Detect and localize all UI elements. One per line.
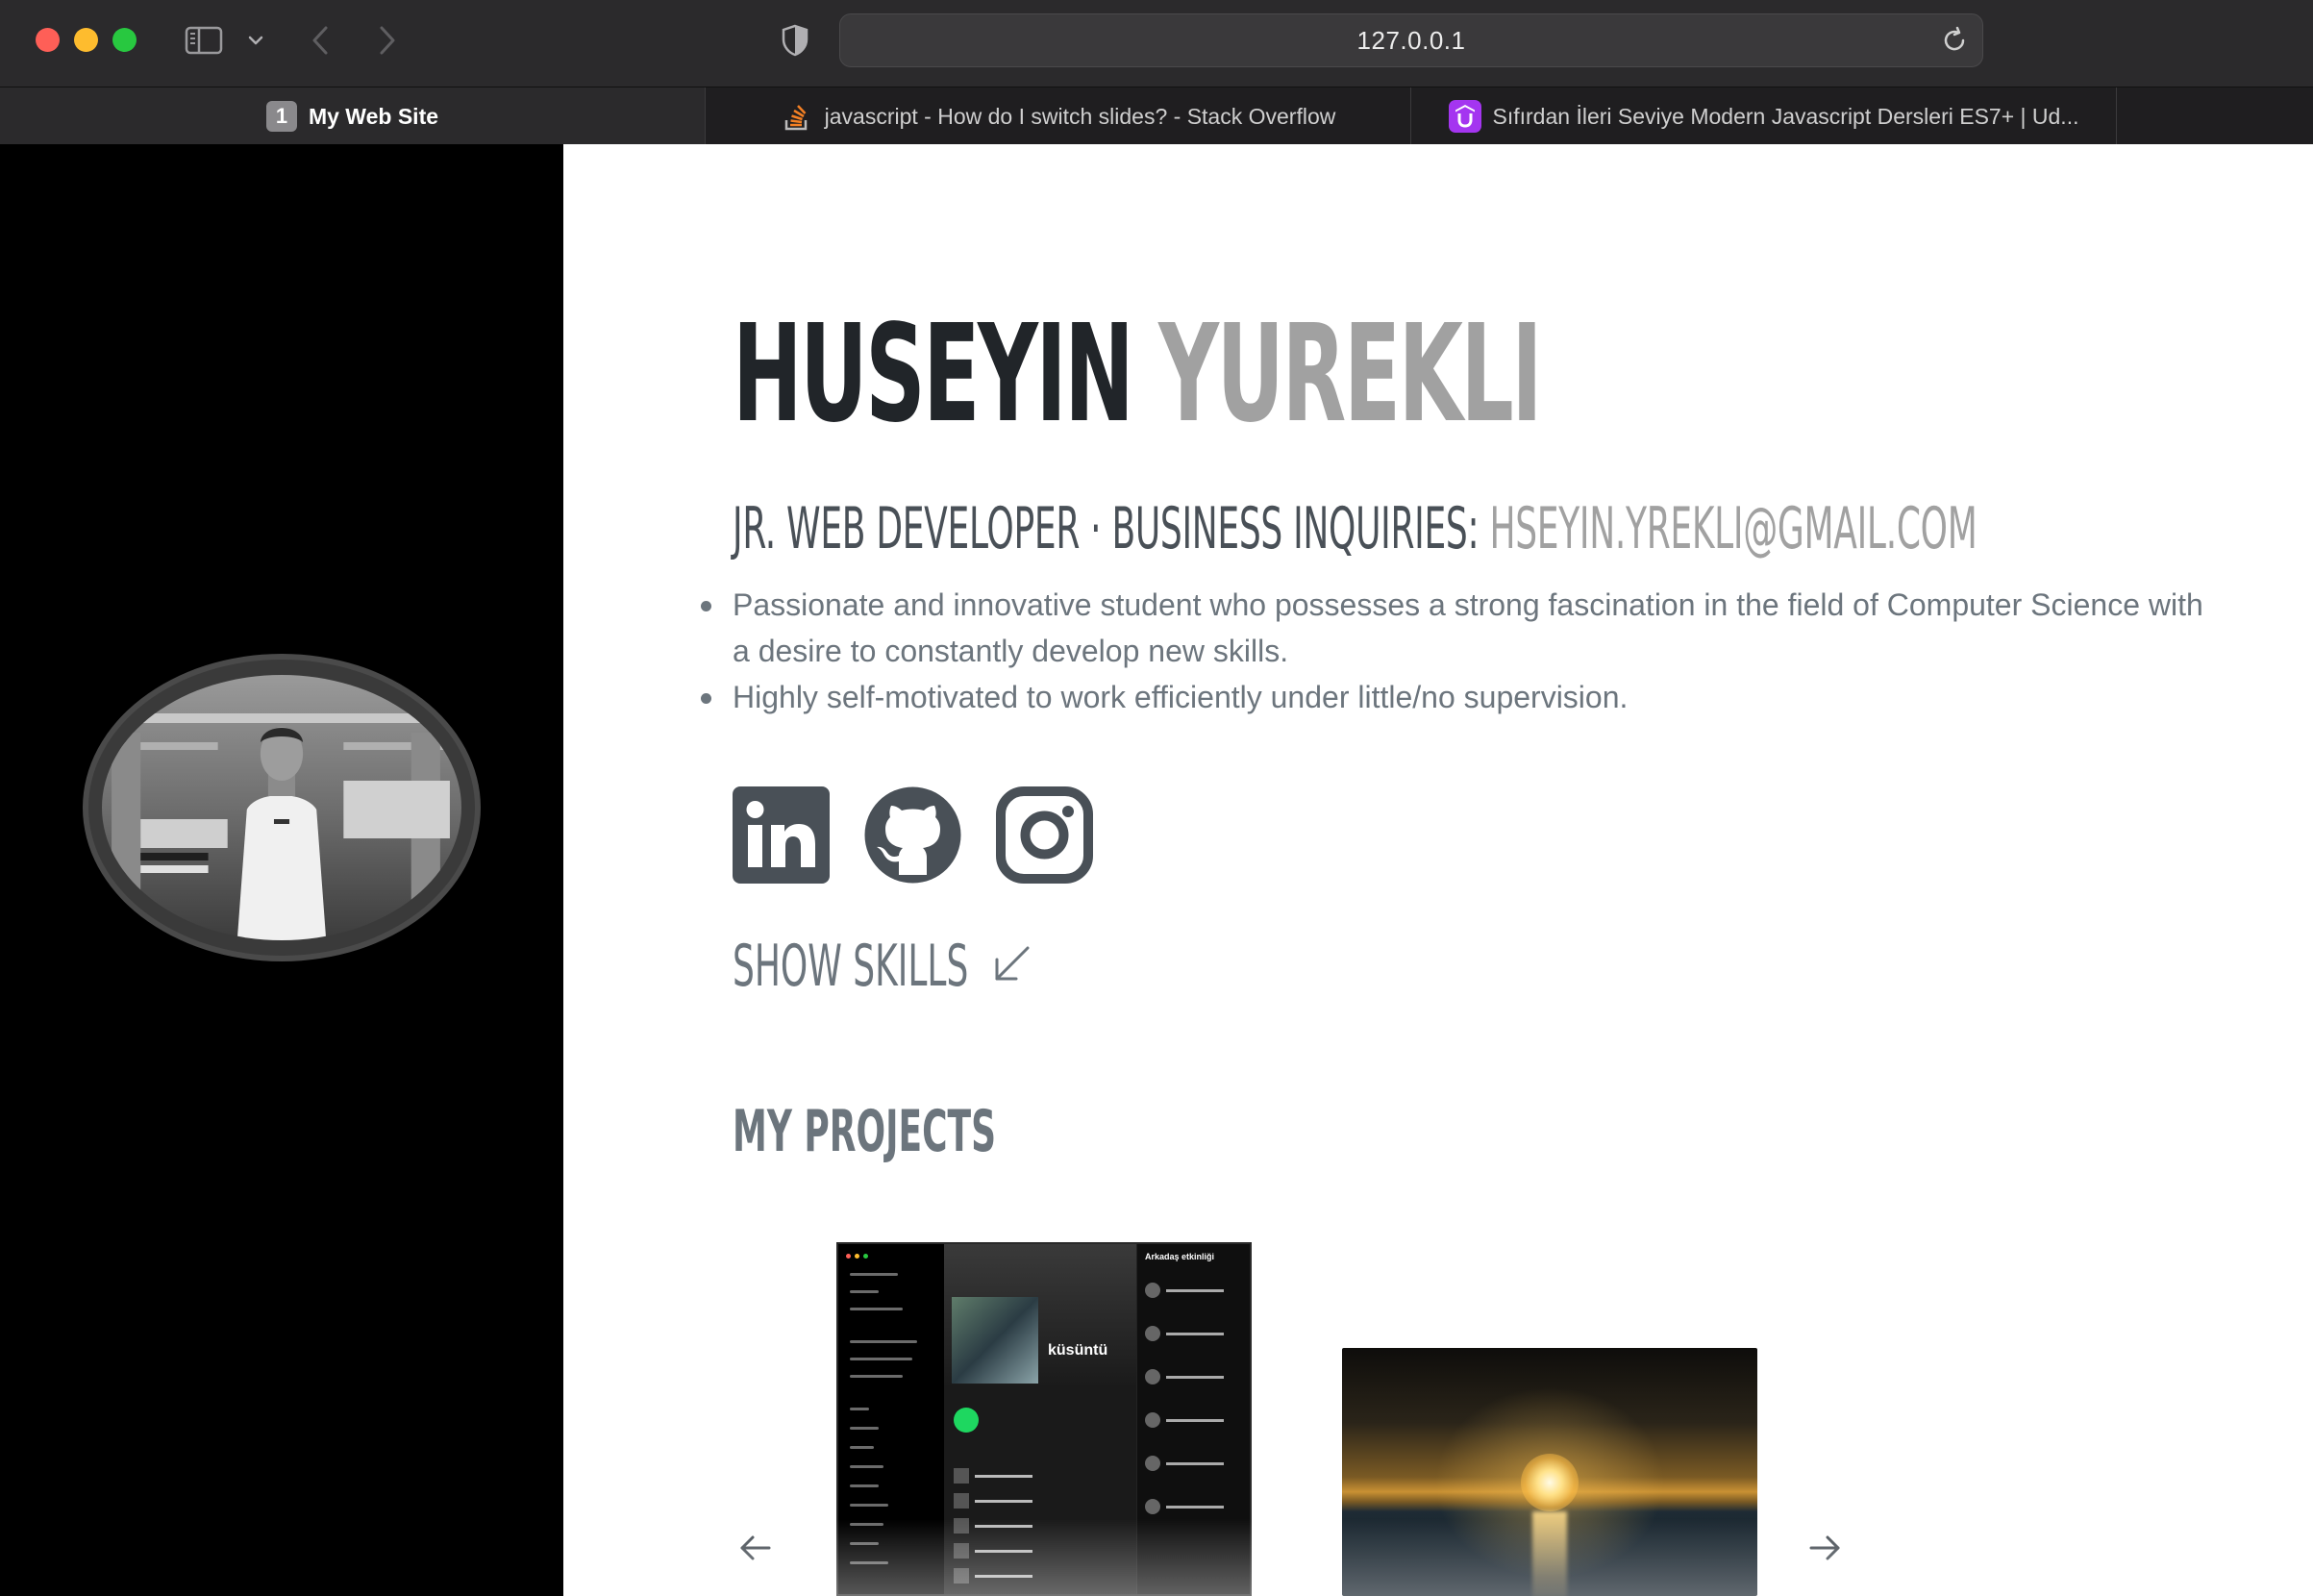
- playlist-cover: [952, 1297, 1038, 1384]
- privacy-shield-icon[interactable]: [777, 21, 813, 60]
- arrow-down-left-icon[interactable]: [987, 940, 1035, 988]
- project-spotify-screenshot[interactable]: küsüntü Arkadaş etkinliği: [836, 1242, 1252, 1596]
- tab-title: Sıfırdan İleri Seviye Modern Javascript …: [1492, 103, 2079, 129]
- main-content: HUSEYIN YUREKLI JR. WEB DEVELOPER · BUSI…: [563, 144, 2313, 1596]
- list-item: Highly self-motivated to work efficientl…: [701, 674, 2213, 720]
- sun-reflection: [1532, 1511, 1567, 1596]
- projects-heading: MY PROJECTS: [733, 1098, 997, 1165]
- back-arrow-icon[interactable]: [306, 21, 335, 60]
- udemy-icon: [1448, 100, 1481, 133]
- subtitle-prefix: JR. WEB DEVELOPER · BUSINESS INQUIRIES:: [733, 495, 1490, 562]
- job-subtitle: JR. WEB DEVELOPER · BUSINESS INQUIRIES: …: [733, 495, 1977, 562]
- sun: [1521, 1454, 1579, 1511]
- forward-arrow-icon[interactable]: [373, 21, 402, 60]
- close-window-button[interactable]: [36, 28, 60, 52]
- arrow-left-icon[interactable]: [736, 1529, 775, 1567]
- project-sunset-image[interactable]: [1342, 1348, 1757, 1596]
- page-title: HUSEYIN YUREKLI: [733, 308, 1543, 442]
- social-links: [733, 786, 1093, 884]
- email-link[interactable]: HSEYIN.YREKLI@GMAIL.COM: [1489, 495, 1977, 562]
- address-text: 127.0.0.1: [1356, 25, 1466, 55]
- playlist-title: küsüntü: [1048, 1342, 1108, 1359]
- last-name: YUREKLI: [1158, 296, 1542, 453]
- tab-title: javascript - How do I switch slides? - S…: [824, 103, 1336, 129]
- list-item: Passionate and innovative student who po…: [701, 582, 2213, 674]
- github-icon[interactable]: [864, 786, 961, 884]
- tab-udemy[interactable]: Sıfırdan İleri Seviye Modern Javascript …: [1411, 87, 2117, 145]
- arrow-right-icon[interactable]: [1805, 1529, 1844, 1567]
- tab-stack-overflow[interactable]: javascript - How do I switch slides? - S…: [706, 87, 1411, 145]
- tab-my-web-site[interactable]: 1 My Web Site: [0, 87, 706, 145]
- chevron-down-icon[interactable]: [244, 27, 267, 54]
- address-bar[interactable]: 127.0.0.1: [839, 13, 1983, 67]
- reload-icon[interactable]: [1940, 26, 1969, 55]
- show-skills-button[interactable]: SHOW SKILLS: [733, 933, 968, 1000]
- bio-list: Passionate and innovative student who po…: [701, 582, 2213, 720]
- play-icon: [954, 1408, 979, 1433]
- spotify-playlist: küsüntü: [944, 1244, 1136, 1594]
- sidebar-toggle-icon[interactable]: [183, 23, 225, 58]
- browser-titlebar: 127.0.0.1: [0, 0, 2313, 87]
- linkedin-icon[interactable]: [733, 786, 830, 884]
- friend-activity-title: Arkadaş etkinliği: [1145, 1252, 1215, 1261]
- spotify-friend-activity: Arkadaş etkinliği: [1136, 1244, 1250, 1594]
- tab-title: My Web Site: [308, 103, 439, 129]
- profile-photo: [102, 675, 461, 940]
- spotify-sidebar: [838, 1244, 944, 1594]
- instagram-icon[interactable]: [996, 786, 1093, 884]
- minimize-window-button[interactable]: [74, 28, 98, 52]
- first-name: HUSEYIN: [733, 296, 1134, 453]
- stackoverflow-icon: [781, 100, 813, 133]
- profile-sidebar: [0, 144, 563, 1596]
- zoom-window-button[interactable]: [112, 28, 137, 52]
- tab-index-badge: 1: [265, 101, 297, 132]
- tab-bar: 1 My Web Site javascript - How do I swit…: [0, 87, 2313, 145]
- avatar: [83, 654, 481, 961]
